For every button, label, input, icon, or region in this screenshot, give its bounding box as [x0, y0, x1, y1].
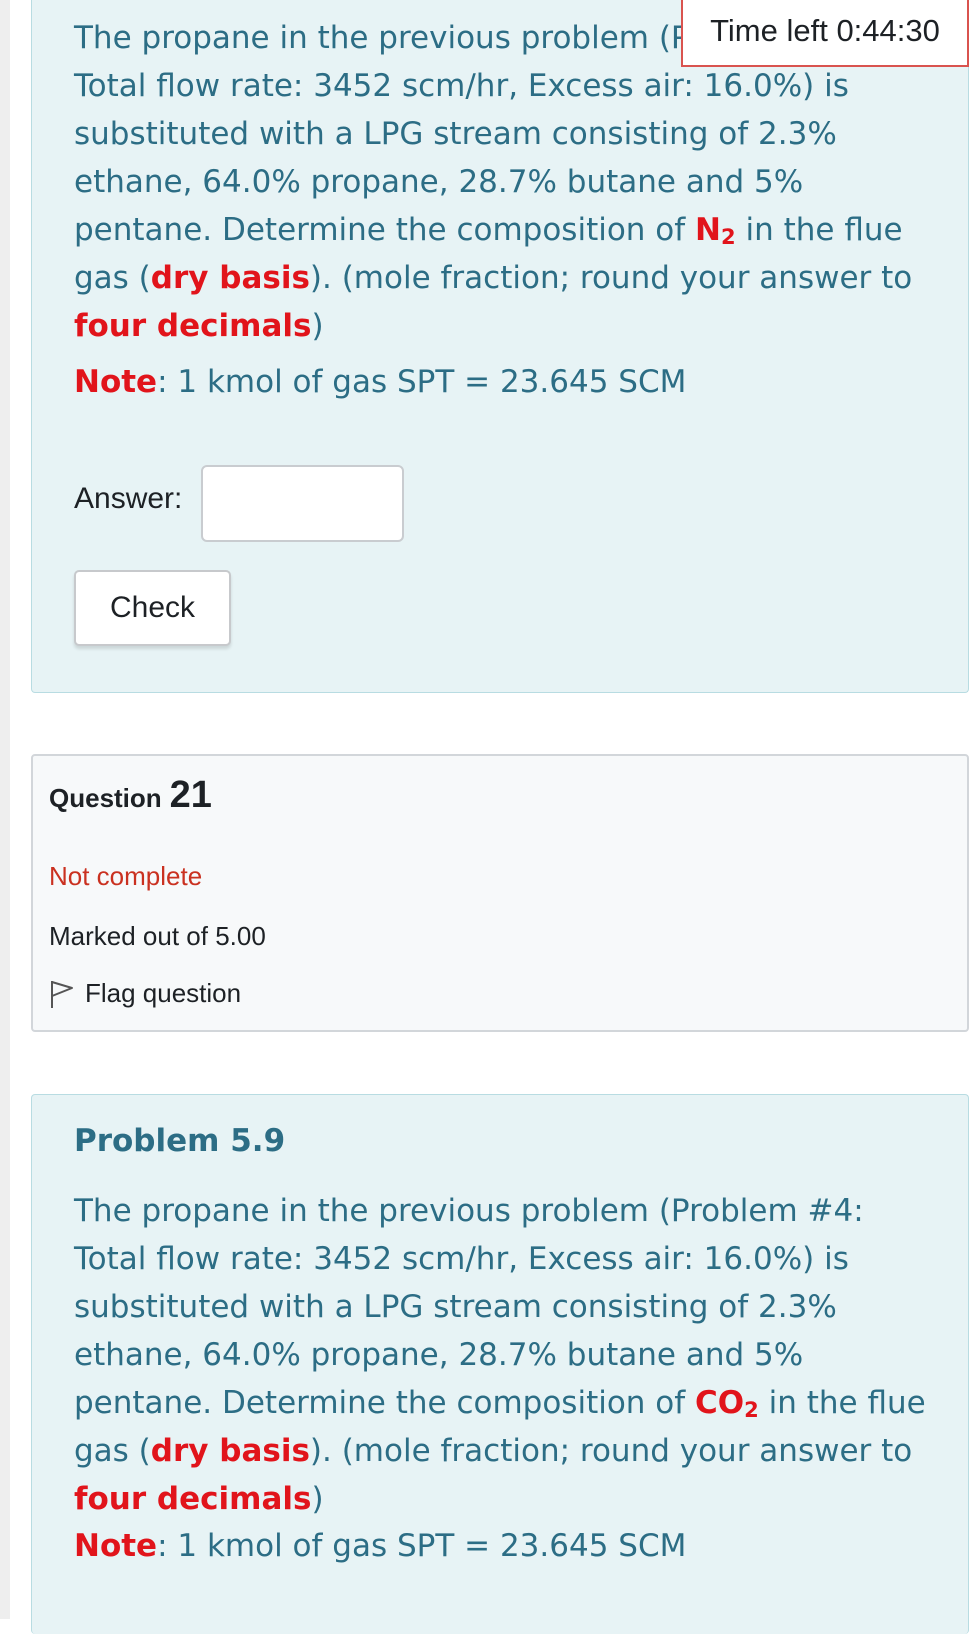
flag-icon — [51, 980, 73, 1008]
species-highlight: N2 — [695, 212, 736, 248]
answer-label: Answer: — [74, 482, 183, 515]
question-number-value: 21 — [169, 774, 212, 816]
decimals-highlight: four decimals — [74, 1481, 312, 1517]
note-line: Note: 1 kmol of gas SPT = 23.645 SCM — [74, 364, 686, 400]
question-text-part: ). (mole fraction; round your answer to — [309, 260, 913, 296]
question-text-part: ). (mole fraction; round your answer to — [309, 1433, 913, 1469]
question-21-text-box: Problem 5.9 The propane in the previous … — [31, 1094, 969, 1634]
question-text-part: ) — [311, 1481, 324, 1517]
species-subscript: 2 — [721, 225, 736, 249]
question-20-text-box: The propane in the previous problem (Pro… — [31, 0, 969, 693]
dry-basis-highlight: dry basis — [150, 260, 310, 296]
species-highlight: CO2 — [695, 1385, 759, 1421]
question-text-part: ) — [311, 308, 324, 344]
question-21-text: The propane in the previous problem (Pro… — [74, 1187, 934, 1523]
flag-question-link[interactable]: Flag question — [49, 978, 241, 1009]
question-number: Question 21 — [49, 774, 212, 817]
check-button[interactable]: Check — [74, 570, 231, 646]
note-text: : 1 kmol of gas SPT = 23.645 SCM — [157, 1528, 687, 1564]
note-text: : 1 kmol of gas SPT = 23.645 SCM — [157, 364, 687, 400]
species-symbol: N — [695, 212, 721, 248]
question-word: Question — [49, 783, 162, 813]
page-background-strip — [0, 0, 10, 1619]
species-subscript: 2 — [744, 1398, 759, 1422]
question-21-info: Question 21 Not complete Marked out of 5.… — [31, 754, 969, 1032]
answer-input[interactable] — [201, 465, 404, 542]
problem-title: Problem 5.9 — [74, 1123, 286, 1159]
flag-question-label: Flag question — [85, 978, 242, 1008]
dry-basis-highlight: dry basis — [150, 1433, 310, 1469]
question-state: Not complete — [49, 861, 203, 891]
time-left-timer: Time left 0:44:30 — [681, 0, 969, 67]
note-line: Note: 1 kmol of gas SPT = 23.645 SCM — [74, 1528, 686, 1564]
note-label: Note — [74, 364, 158, 400]
species-symbol: CO — [695, 1385, 745, 1421]
note-label: Note — [74, 1528, 158, 1564]
question-grade: Marked out of 5.00 — [49, 921, 266, 951]
decimals-highlight: four decimals — [74, 308, 312, 344]
